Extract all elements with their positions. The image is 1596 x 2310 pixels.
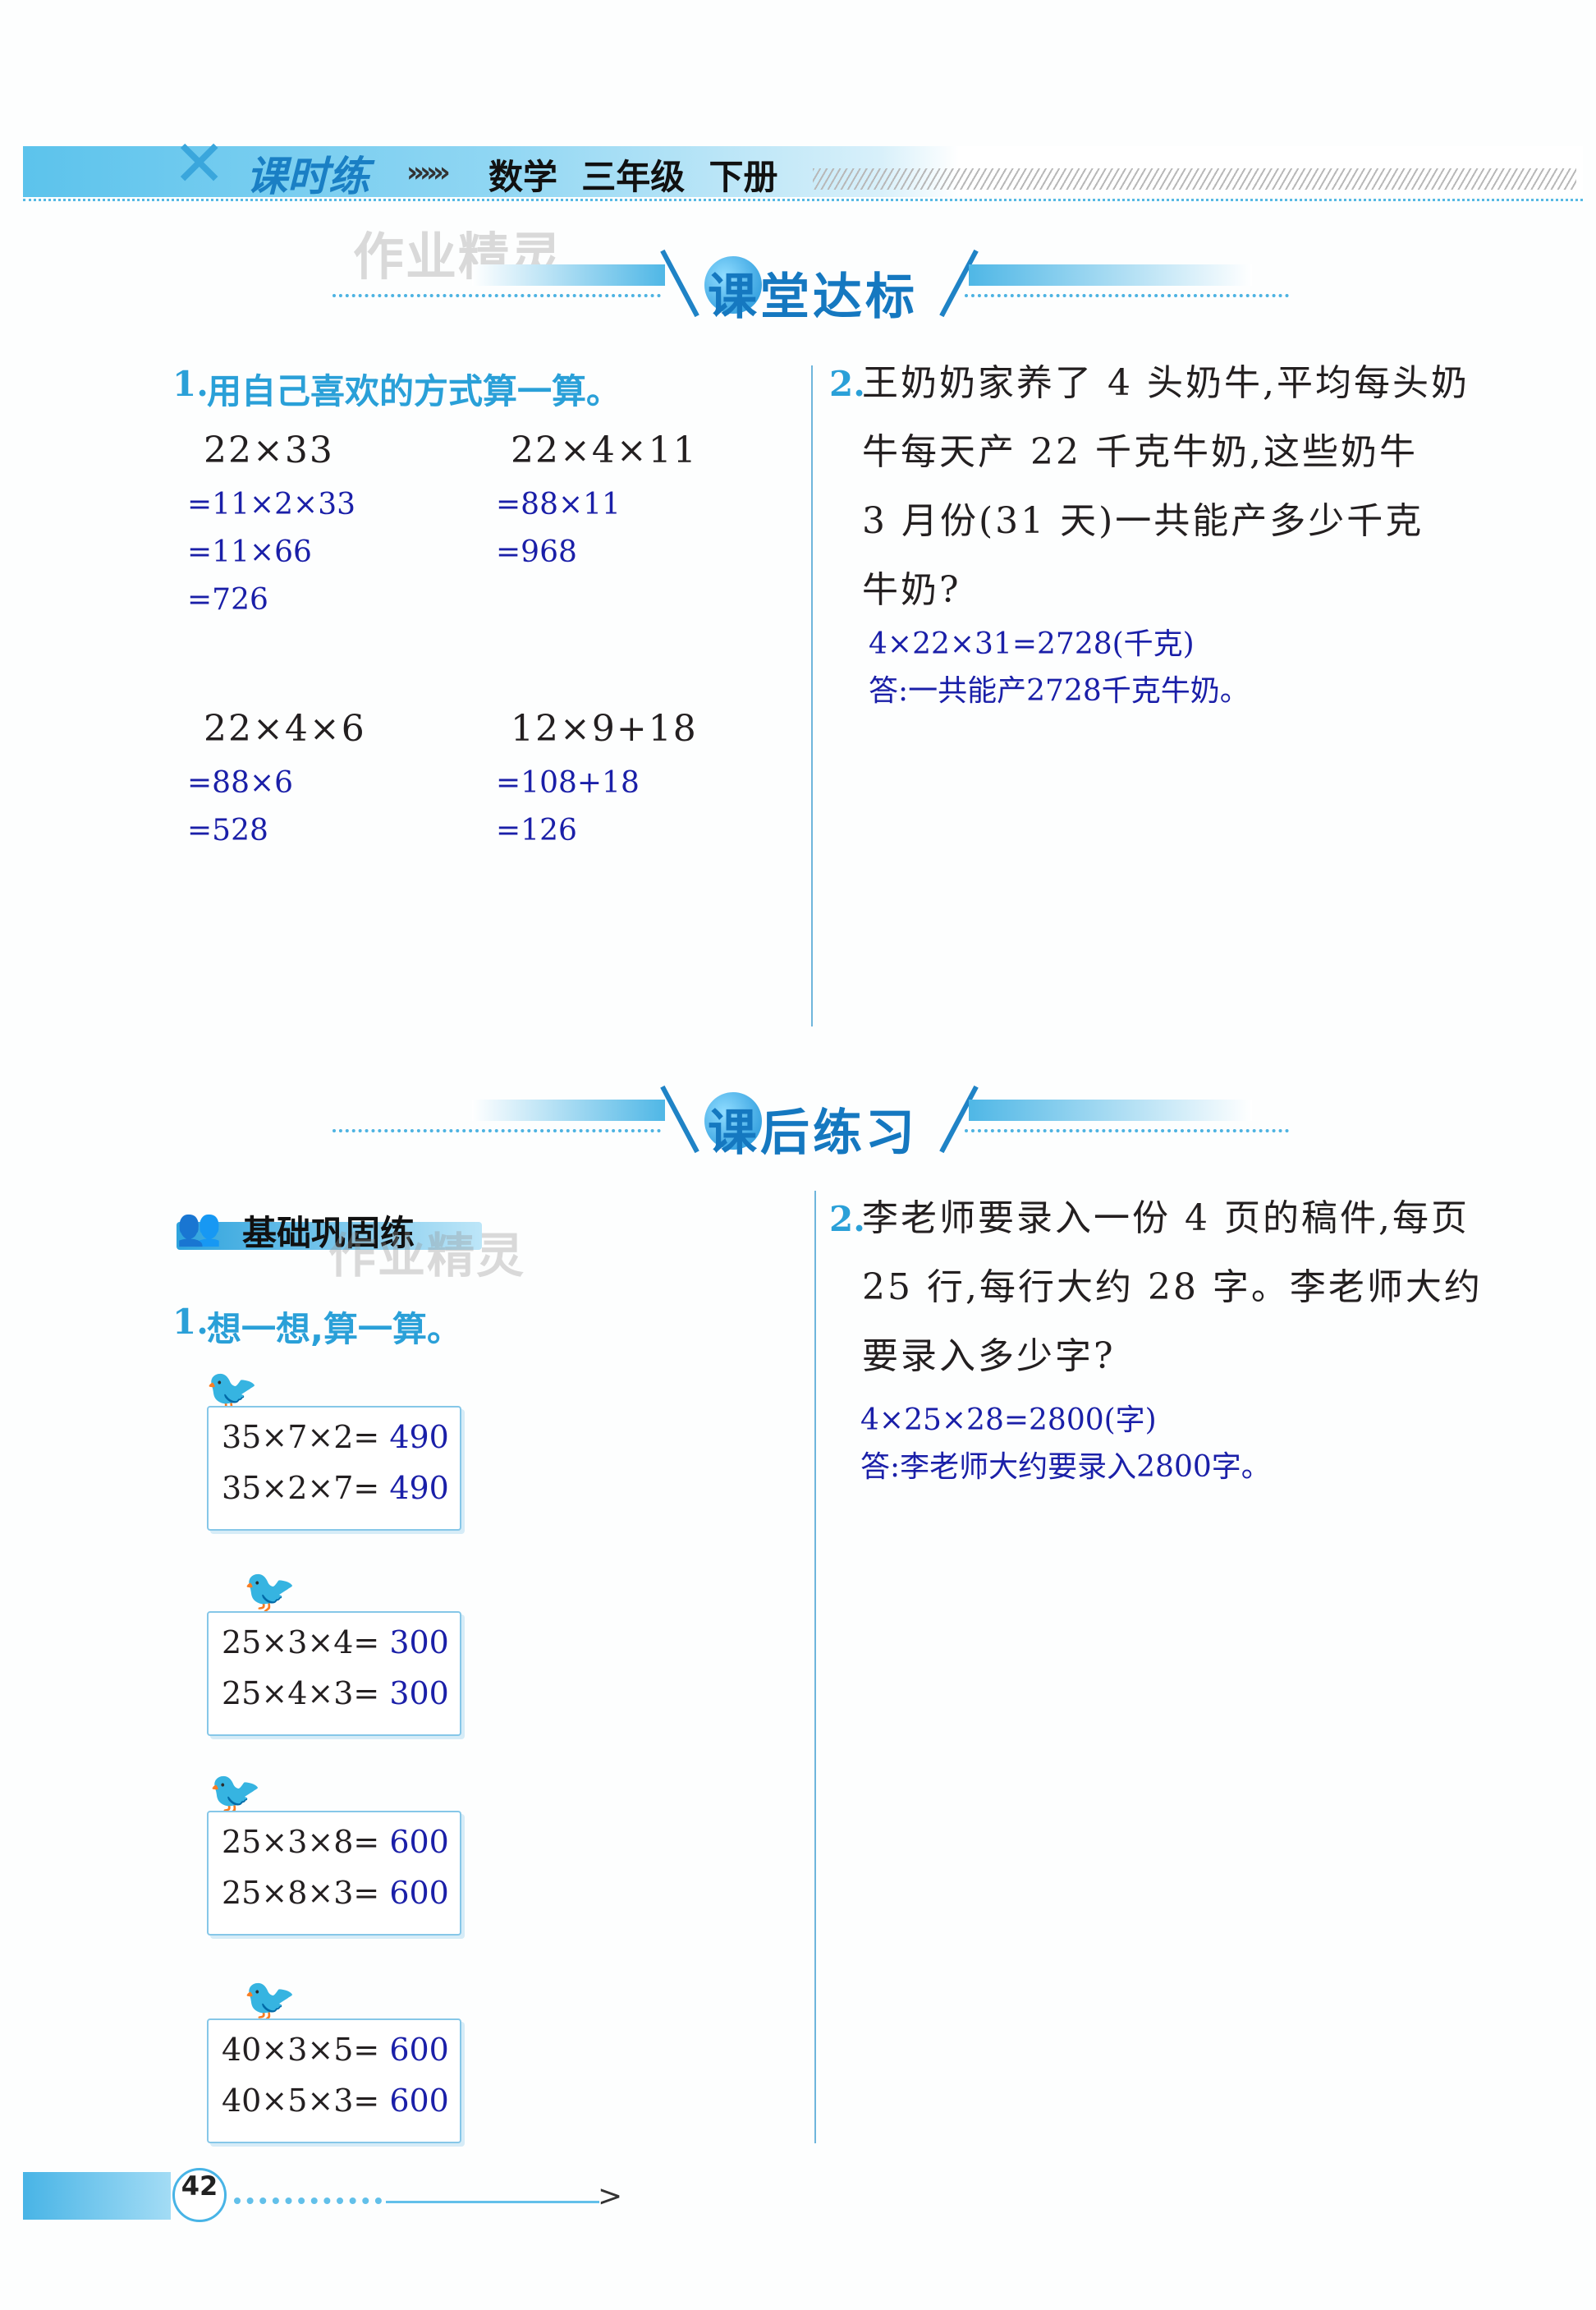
banner2-line-left	[332, 1129, 661, 1132]
column-divider-top	[811, 365, 813, 1026]
q2-line-4: 牛奶?	[862, 569, 961, 611]
q2-number: 2.	[829, 364, 865, 404]
calc-box-3: 25×3×8= 600 25×8×3= 600	[207, 1811, 461, 1936]
banner2-bracket-left	[660, 1085, 699, 1154]
q1-step-a2: =11×66	[187, 535, 312, 569]
calc-row: 25×4×3= 300	[222, 1675, 449, 1711]
section-title-homework: 课后练习	[708, 1104, 918, 1162]
q2-line-2: 牛每天产 22 千克牛奶,这些奶牛	[862, 431, 1418, 473]
q1-step-d2: =126	[496, 814, 577, 847]
q1-expr-c: 22×4×6	[204, 708, 366, 750]
calc-row: 40×5×3= 600	[222, 2083, 449, 2119]
s2-q2-answer-text: 答:李老师大约要录入2800字。	[860, 1450, 1271, 1484]
bird-icon-3: 🐦	[209, 1769, 262, 1818]
q1-step-a1: =11×2×33	[187, 488, 356, 521]
banner-fade-left	[472, 264, 665, 286]
banner2-fade-left	[472, 1100, 665, 1121]
section-title-classroom: 课堂达标	[708, 269, 918, 326]
brand-title: 课时练	[246, 153, 369, 200]
q1-step-a3: =726	[187, 583, 268, 617]
q1-step-c1: =88×6	[187, 766, 294, 800]
s2-q2-number: 2.	[829, 1199, 865, 1239]
s2-q2-line-3: 要录入多少字?	[862, 1335, 1116, 1377]
q1-expr-b: 22×4×11	[511, 429, 698, 471]
banner2-fade-right	[969, 1100, 1252, 1121]
calc-box-4: 40×3×5= 600 40×5×3= 600	[207, 2018, 461, 2143]
arrow-right-icon: >	[598, 2179, 623, 2213]
q1-number: 1.	[172, 364, 209, 404]
q2-line-3: 3 月份(31 天)一共能产多少千克	[862, 500, 1424, 542]
subject-title: 数学 三年级 下册	[488, 157, 778, 197]
q1-expr-a: 22×33	[204, 429, 334, 471]
banner-bracket-left	[660, 249, 699, 318]
footer-dots	[234, 2197, 382, 2204]
q1-step-b2: =968	[496, 535, 577, 569]
calc-row: 25×3×4= 300	[222, 1624, 449, 1660]
calc-box-2: 25×3×4= 300 25×4×3= 300	[207, 1611, 461, 1736]
calc-row: 25×3×8= 600	[222, 1824, 449, 1860]
banner2-line-right	[965, 1129, 1289, 1132]
calc-row: 35×7×2= 490	[222, 1419, 449, 1455]
q2-answer-text: 答:一共能产2728千克牛奶。	[869, 674, 1250, 708]
q1-step-d1: =108+18	[496, 766, 640, 800]
column-divider-bottom	[814, 1191, 816, 2143]
bird-icon-2: 🐦	[243, 1567, 296, 1616]
banner-fade-right	[969, 264, 1252, 286]
banner-line-right	[965, 294, 1289, 297]
calc-row: 35×2×7= 490	[222, 1470, 449, 1506]
s2-q2-answer-expr: 4×25×28=2800(字)	[860, 1403, 1157, 1437]
banner-line-left	[332, 294, 661, 297]
q1-expr-d: 12×9+18	[511, 708, 698, 750]
people-icon: 👥	[177, 1206, 222, 1248]
footer-band	[23, 2172, 171, 2220]
header-hatch	[813, 168, 1576, 190]
s2-q2-line-1: 李老师要录入一份 4 页的稿件,每页	[862, 1197, 1470, 1239]
q1-prompt: 用自己喜欢的方式算一算。	[207, 371, 621, 411]
calc-box-1: 35×7×2= 490 35×2×7= 490	[207, 1406, 461, 1531]
footer-line	[386, 2201, 599, 2203]
logo-icon: ✕	[172, 127, 227, 201]
s2-q1-number: 1.	[172, 1302, 209, 1342]
q2-line-1: 王奶奶家养了 4 头奶牛,平均每头奶	[862, 362, 1470, 404]
s2-q2-line-2: 25 行,每行大约 28 字。李老师大约	[862, 1266, 1483, 1308]
page-number: 42	[172, 2168, 227, 2222]
q2-answer-expr: 4×22×31=2728(千克)	[869, 627, 1195, 661]
header-arrows: »»»	[406, 156, 451, 189]
bird-icon-4: 🐦	[243, 1976, 296, 2025]
watermark-2: 作业精灵	[328, 1228, 526, 1284]
s2-q1-prompt: 想一想,算一算。	[207, 1309, 461, 1349]
q1-step-c2: =528	[187, 814, 268, 847]
q1-step-b1: =88×11	[496, 488, 621, 521]
calc-row: 25×8×3= 600	[222, 1875, 449, 1911]
calc-row: 40×3×5= 600	[222, 2032, 449, 2068]
